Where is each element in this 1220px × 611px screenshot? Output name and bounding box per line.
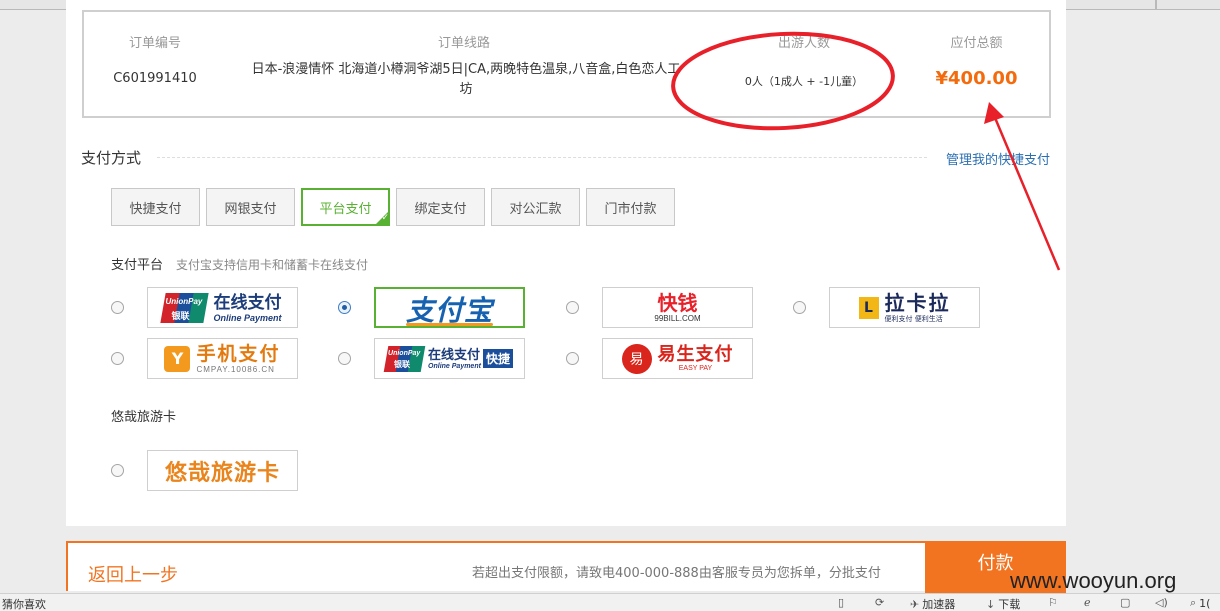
- total-price: ¥400.00: [935, 68, 1018, 89]
- unionpay-en: Online Payment: [213, 312, 282, 323]
- cmpay-cn: 手机支付: [196, 342, 281, 365]
- platform-hint: 支付宝支持信用卡和储蓄卡在线支付: [176, 258, 369, 272]
- travelers-count: 0人（1成人 + -1儿童）: [744, 75, 864, 88]
- tab-bank-pay[interactable]: 网银支付: [206, 188, 295, 226]
- status-left-text[interactable]: 猜你喜欢: [2, 596, 46, 611]
- tab-corporate-transfer[interactable]: 对公汇款: [491, 188, 580, 226]
- route-line: 日本-浪漫情怀 北海道小樽洞爷湖5日|CA,两晚特色温泉,八音盒,白色恋人工: [251, 62, 681, 77]
- lakala-en: 便利支付 便利生活: [884, 314, 943, 323]
- quick-badge: 快捷: [482, 349, 513, 368]
- radio-travel-card[interactable]: [111, 464, 124, 477]
- checkmark-icon: [374, 210, 390, 226]
- zoom-label: 1(: [1199, 596, 1211, 610]
- unionpay-badge-icon: UnionPay 银联: [160, 292, 210, 323]
- kuaiqian-cn: 快钱: [657, 291, 698, 315]
- tab-label: 门市付款: [604, 201, 657, 217]
- easypay-cn: 易生支付: [657, 344, 734, 365]
- radio-cmpay[interactable]: [111, 352, 124, 365]
- ie-icon[interactable]: ℯ: [1084, 596, 1094, 609]
- radio-lakala[interactable]: [793, 301, 806, 314]
- window-icon[interactable]: ▢: [1120, 596, 1133, 609]
- platform-label: 支付平台: [111, 258, 164, 273]
- tab-label: 平台支付: [319, 201, 372, 217]
- lakala-logo[interactable]: L 拉卡拉 便利支付 便利生活: [829, 287, 980, 328]
- zoom-icon: ⌕: [1190, 596, 1197, 609]
- payment-section-title: 支付方式: [81, 149, 142, 167]
- unionpay-badge-icon: UnionPay 银联: [383, 345, 426, 372]
- cmpay-en: CMPAY.10086.CN: [196, 364, 275, 374]
- download-icon: ↓: [986, 597, 996, 611]
- tab-label: 网银支付: [224, 201, 277, 217]
- unionpay-quick-cn: 在线支付: [428, 347, 481, 363]
- alipay-text: 支付宝: [405, 294, 493, 327]
- easypay-mark-icon: 易: [621, 343, 652, 374]
- order-no: C601991410: [113, 71, 197, 86]
- manage-quick-pay-link[interactable]: 管理我的快捷支付: [946, 149, 1050, 168]
- browser-tab[interactable]: [1156, 0, 1220, 10]
- travelers-header: 出游人数: [777, 36, 830, 51]
- total-header: 应付总额: [950, 36, 1003, 51]
- travel-card-logo[interactable]: 悠哉旅游卡: [147, 450, 298, 491]
- tab-store-pay[interactable]: 门市付款: [586, 188, 675, 226]
- kuaiqian-logo[interactable]: 快钱 99BILL.COM: [602, 287, 753, 328]
- order-no-header: 订单编号: [128, 36, 181, 51]
- travel-card-logo-text: 悠哉旅游卡: [164, 460, 280, 486]
- cmpay-logo[interactable]: Y 手机支付 CMPAY.10086.CN: [147, 338, 298, 379]
- easypay-logo[interactable]: 易 易生支付 EASY PAY: [602, 338, 753, 379]
- rocket-icon: ✈: [910, 597, 920, 611]
- pay-button-label: 付款: [977, 553, 1014, 574]
- flag-icon[interactable]: ⚐: [1048, 596, 1061, 609]
- unionpay-cn: 在线支付: [213, 292, 282, 313]
- radio-alipay[interactable]: [338, 301, 351, 314]
- zoom-control[interactable]: ⌕ 1(: [1190, 596, 1210, 610]
- route-line: 坊: [459, 82, 473, 97]
- accelerator-label: 加速器: [922, 598, 956, 611]
- radio-unionpay-quick[interactable]: [338, 352, 351, 365]
- route-header: 订单线路: [437, 36, 490, 51]
- unionpay-quick-logo[interactable]: UnionPay 银联 在线支付 Online Payment 快捷: [374, 338, 525, 379]
- refresh-icon[interactable]: ⟳: [875, 596, 887, 609]
- download-label: 下载: [998, 598, 1021, 611]
- kuaiqian-en: 99BILL.COM: [654, 314, 701, 323]
- tab-bound-pay[interactable]: 绑定支付: [396, 188, 485, 226]
- lakala-cn: 拉卡拉: [884, 290, 951, 315]
- accelerator-button[interactable]: ✈ 加速器: [910, 596, 955, 611]
- travel-card-label: 悠哉旅游卡: [111, 410, 177, 425]
- lakala-mark-icon: L: [858, 296, 879, 319]
- limit-note: 若超出支付限额，请致电400-000-888由客服专员为您拆单，分批支付: [472, 566, 881, 581]
- mobile-icon[interactable]: ▯: [838, 596, 847, 609]
- download-button[interactable]: ↓ 下载: [986, 596, 1020, 611]
- section-divider: [157, 157, 927, 158]
- tab-label: 快捷支付: [129, 201, 182, 217]
- radio-kuaiqian[interactable]: [566, 301, 579, 314]
- tab-quick-pay[interactable]: 快捷支付: [111, 188, 200, 226]
- cmpay-mark-icon: Y: [164, 345, 191, 372]
- order-route: 日本-浪漫情怀 北海道小樽洞爷湖5日|CA,两晚特色温泉,八音盒,白色恋人工 坊: [214, 60, 718, 100]
- speaker-icon[interactable]: ◁): [1155, 596, 1171, 609]
- order-summary: 订单编号 订单线路 出游人数 应付总额 C601991410 日本-浪漫情怀 北…: [82, 10, 1051, 118]
- tab-platform-pay[interactable]: 平台支付: [301, 188, 390, 226]
- back-button[interactable]: 返回上一步: [88, 561, 178, 587]
- radio-unionpay[interactable]: [111, 301, 124, 314]
- tab-label: 绑定支付: [414, 201, 467, 217]
- payment-action-bar: 返回上一步 若超出支付限额，请致电400-000-888由客服专员为您拆单，分批…: [66, 541, 1066, 593]
- tab-label: 对公汇款: [509, 201, 562, 217]
- watermark: www.wooyun.org: [1010, 568, 1177, 593]
- radio-easypay[interactable]: [566, 352, 579, 365]
- browser-status-bar: 猜你喜欢 ▯ ⟳ ✈ 加速器 ↓ 下载 ⚐ ℯ ▢ ◁) ⌕ 1(: [0, 593, 1220, 611]
- alipay-logo[interactable]: 支付宝: [374, 287, 525, 328]
- unionpay-quick-en: Online Payment: [428, 362, 481, 370]
- unionpay-logo[interactable]: UnionPay 银联 在线支付 Online Payment: [147, 287, 298, 328]
- easypay-en: EASY PAY: [678, 365, 713, 372]
